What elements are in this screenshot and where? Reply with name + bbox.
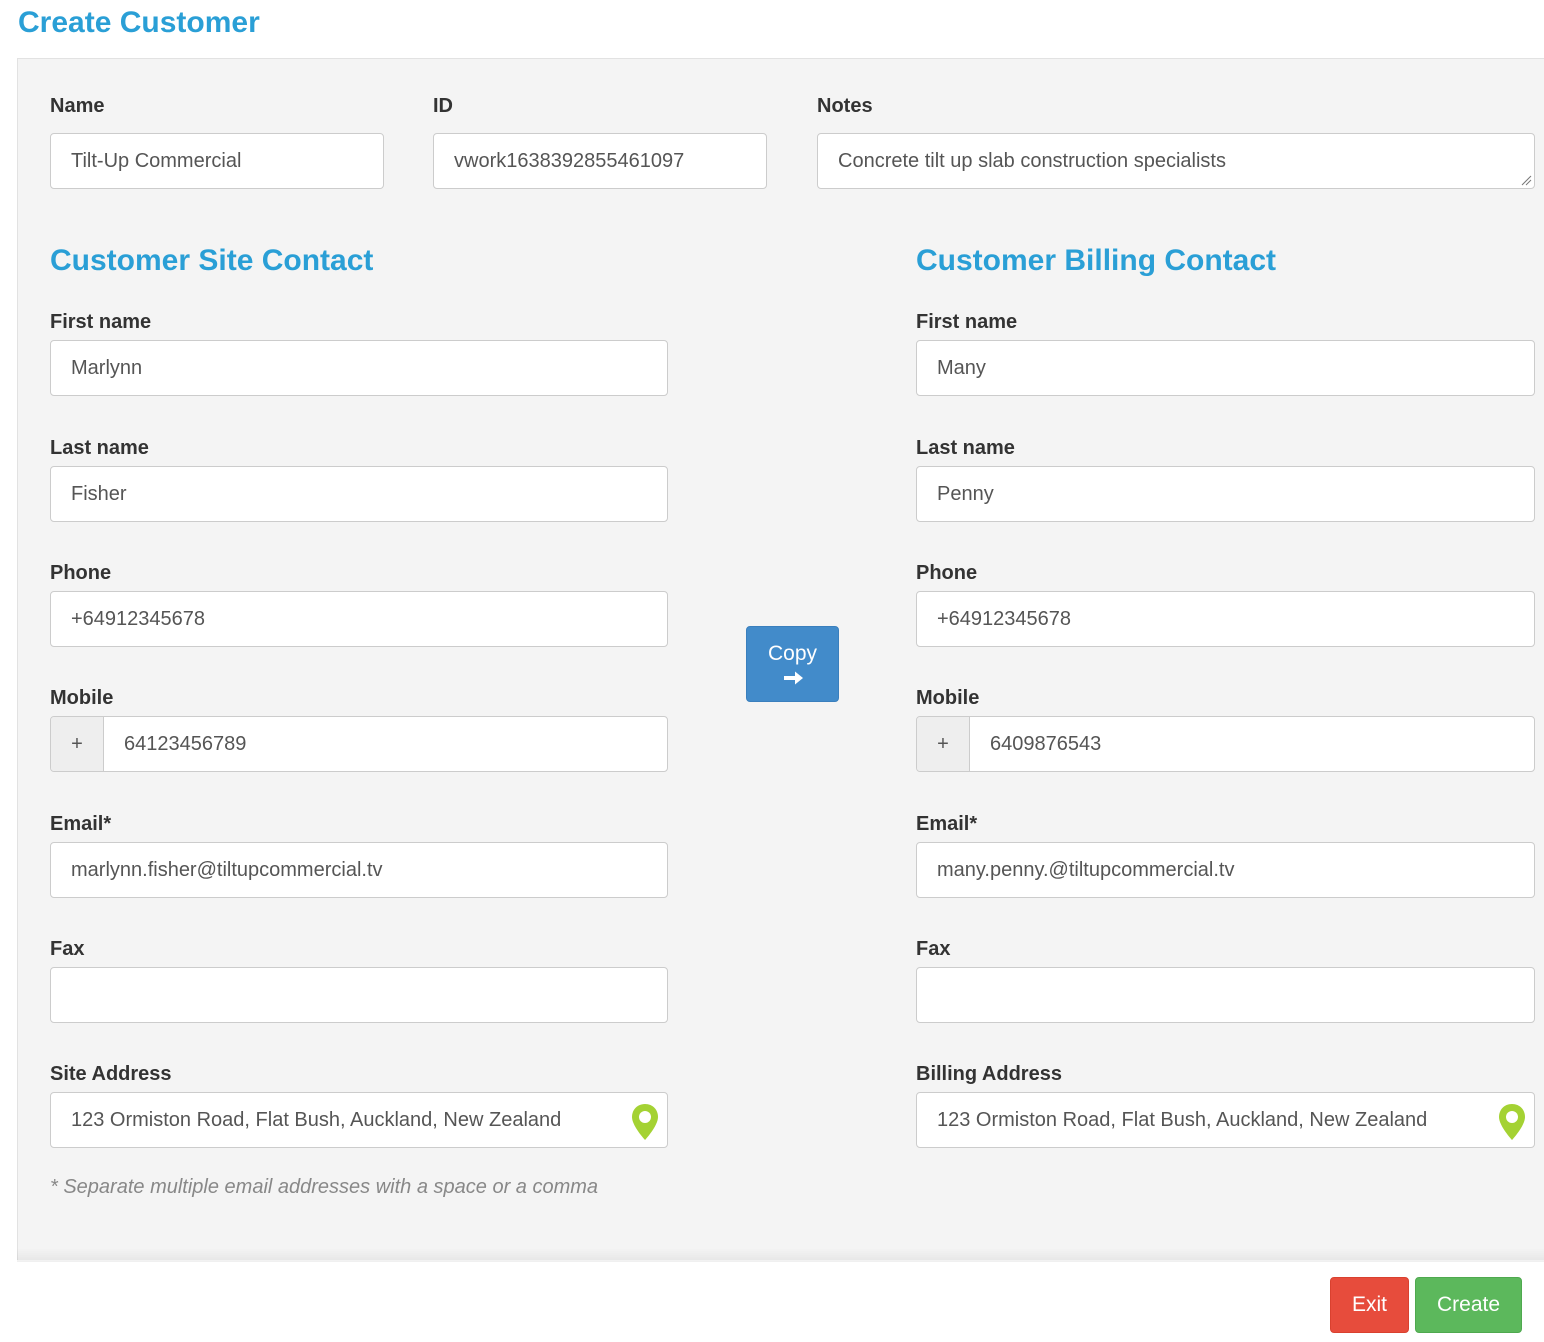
billing-email-value: many.penny.@tiltupcommercial.tv (937, 858, 1235, 881)
site-address-value: 123 Ormiston Road, Flat Bush, Auckland, … (71, 1108, 562, 1131)
site-email-value: marlynn.fisher@tiltupcommercial.tv (71, 858, 383, 881)
name-input[interactable]: Tilt-Up Commercial (50, 133, 384, 189)
page-title: Create Customer (18, 6, 260, 39)
billing-mobile-prefix: + (917, 717, 970, 771)
billing-email-label: Email* (916, 813, 978, 835)
site-address-input[interactable]: 123 Ormiston Road, Flat Bush, Auckland, … (50, 1092, 668, 1148)
copy-button-label: Copy (767, 642, 818, 665)
site-mobile-input[interactable]: 64123456789 (104, 717, 667, 771)
site-mobile-label: Mobile (50, 687, 114, 709)
site-phone-value: +64912345678 (71, 607, 206, 630)
site-first-name-label: First name (50, 311, 152, 333)
billing-email-input[interactable]: many.penny.@tiltupcommercial.tv (916, 842, 1535, 898)
site-last-name-label: Last name (50, 437, 149, 459)
create-button[interactable]: Create (1415, 1277, 1522, 1333)
site-email-input[interactable]: marlynn.fisher@tiltupcommercial.tv (50, 842, 668, 898)
map-pin-icon[interactable] (629, 1102, 661, 1142)
site-address-label: Site Address (50, 1063, 172, 1085)
create-button-label: Create (1436, 1293, 1501, 1316)
billing-last-name-value: Penny (937, 482, 994, 505)
notes-label: Notes (817, 95, 873, 117)
site-last-name-value: Fisher (71, 482, 127, 505)
site-fax-label: Fax (50, 938, 85, 960)
billing-phone-input[interactable]: +64912345678 (916, 591, 1535, 647)
notes-textarea[interactable]: Concrete tilt up slab construction speci… (817, 133, 1535, 189)
billing-mobile-label: Mobile (916, 687, 980, 709)
site-fax-input[interactable] (50, 967, 668, 1023)
copy-button[interactable]: Copy (746, 626, 839, 702)
billing-contact-title: Customer Billing Contact (916, 244, 1277, 277)
resize-grip-icon[interactable] (1520, 174, 1532, 186)
billing-mobile-group[interactable]: + 6409876543 (916, 716, 1535, 772)
billing-last-name-label: Last name (916, 437, 1015, 459)
billing-first-name-input[interactable]: Many (916, 340, 1535, 396)
arrow-right-icon (783, 671, 803, 685)
email-hint: * Separate multiple email addresses with… (50, 1176, 599, 1198)
site-phone-label: Phone (50, 562, 112, 584)
map-pin-icon[interactable] (1496, 1102, 1528, 1142)
id-input[interactable]: vwork1638392855461097 (433, 133, 767, 189)
billing-mobile-input[interactable]: 6409876543 (970, 717, 1534, 771)
id-value: vwork1638392855461097 (454, 149, 685, 172)
site-mobile-prefix: + (51, 717, 104, 771)
billing-address-value: 123 Ormiston Road, Flat Bush, Auckland, … (937, 1108, 1428, 1131)
site-first-name-input[interactable]: Marlynn (50, 340, 668, 396)
panel-bottom-shadow (17, 1248, 1544, 1262)
billing-address-label: Billing Address (916, 1063, 1062, 1085)
name-value: Tilt-Up Commercial (71, 149, 242, 172)
billing-first-name-value: Many (937, 356, 986, 379)
billing-fax-label: Fax (916, 938, 951, 960)
billing-first-name-label: First name (916, 311, 1018, 333)
site-contact-title: Customer Site Contact (50, 244, 374, 277)
billing-phone-value: +64912345678 (937, 607, 1072, 630)
id-label: ID (433, 95, 453, 117)
exit-button-label: Exit (1351, 1293, 1387, 1316)
billing-last-name-input[interactable]: Penny (916, 466, 1535, 522)
notes-value: Concrete tilt up slab construction speci… (838, 149, 1226, 172)
billing-fax-input[interactable] (916, 967, 1535, 1023)
billing-phone-label: Phone (916, 562, 978, 584)
site-email-label: Email* (50, 813, 112, 835)
billing-address-input[interactable]: 123 Ormiston Road, Flat Bush, Auckland, … (916, 1092, 1535, 1148)
exit-button[interactable]: Exit (1330, 1277, 1409, 1333)
site-mobile-group[interactable]: + 64123456789 (50, 716, 668, 772)
site-phone-input[interactable]: +64912345678 (50, 591, 668, 647)
site-last-name-input[interactable]: Fisher (50, 466, 668, 522)
site-first-name-value: Marlynn (71, 356, 143, 379)
name-label: Name (50, 95, 105, 117)
